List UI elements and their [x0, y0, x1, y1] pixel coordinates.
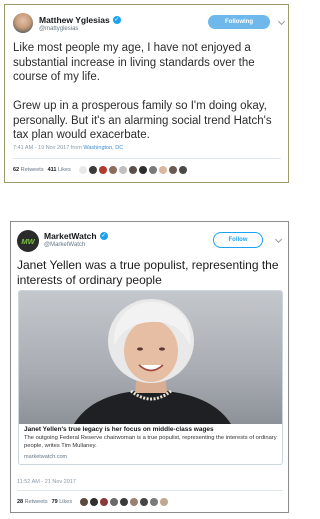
tweet-stats: 62 Retweets 411 Likes [13, 166, 187, 174]
divider [13, 158, 281, 159]
card-description: The outgoing Federal Reserve chairwoman … [24, 435, 277, 449]
liker-avatar[interactable] [128, 166, 137, 174]
author-avatar[interactable] [13, 13, 33, 33]
liker-avatar[interactable] [88, 166, 97, 174]
chevron-down-icon[interactable] [277, 17, 286, 26]
liker-avatars [80, 498, 169, 506]
liker-avatar[interactable] [78, 166, 87, 174]
tweet-yglesias: Matthew Yglesias ✓ @mattyglesias Followi… [4, 4, 289, 183]
retweets-stat[interactable]: 28 Retweets [17, 499, 48, 505]
likes-label: Likes [58, 167, 71, 173]
tweet-timestamp[interactable]: 11:52 AM - 21 Nov 2017 [17, 479, 76, 485]
liker-avatar[interactable] [138, 166, 147, 174]
liker-avatar[interactable] [90, 498, 99, 506]
author-name[interactable]: MarketWatch [44, 231, 97, 241]
liker-avatar[interactable] [160, 498, 169, 506]
likes-count: 411 [47, 167, 57, 173]
liker-avatar[interactable] [80, 498, 89, 506]
card-title[interactable]: Janet Yellen's true legacy is her focus … [24, 426, 214, 433]
liker-avatar[interactable] [110, 498, 119, 506]
marketwatch-logo: MW [21, 236, 35, 246]
liker-avatar[interactable] [148, 166, 157, 174]
liker-avatar[interactable] [108, 166, 117, 174]
author-handle[interactable]: @MarketWatch [44, 242, 85, 248]
retweets-label: Retweets [24, 499, 48, 505]
liker-avatars [78, 166, 187, 174]
retweets-label: Retweets [20, 167, 44, 173]
divider [17, 490, 283, 491]
article-image [19, 291, 282, 424]
retweets-count: 62 [13, 167, 20, 173]
liker-avatar[interactable] [168, 166, 177, 174]
liker-avatar[interactable] [100, 498, 109, 506]
location-link[interactable]: Washington, DC [83, 145, 123, 151]
retweets-count: 28 [17, 499, 24, 505]
tweet-text-paragraph-1: Like most people my age, I have not enjo… [13, 42, 255, 83]
tweet-marketwatch: MW MarketWatch ✓ @MarketWatch Follow Jan… [10, 221, 289, 513]
liker-avatar[interactable] [120, 498, 129, 506]
liker-avatar[interactable] [140, 498, 149, 506]
author-name[interactable]: Matthew Yglesias [39, 15, 110, 25]
liker-avatar[interactable] [118, 166, 127, 174]
likes-count: 79 [51, 499, 58, 505]
portrait-illustration [74, 299, 231, 424]
author-avatar[interactable]: MW [17, 230, 39, 252]
likes-label: Likes [59, 499, 73, 505]
retweets-stat[interactable]: 62 Retweets [13, 167, 44, 173]
follow-button[interactable]: Follow [213, 232, 263, 248]
following-button[interactable]: Following [208, 15, 270, 29]
tweet-stats: 28 Retweets 79 Likes [17, 498, 169, 506]
chevron-down-icon[interactable] [274, 235, 283, 244]
liker-avatar[interactable] [130, 498, 139, 506]
liker-avatar[interactable] [158, 166, 167, 174]
verified-icon: ✓ [112, 16, 121, 24]
card-url[interactable]: marketwatch.com [24, 454, 67, 460]
likes-stat[interactable]: 411 Likes [48, 167, 71, 173]
author-handle[interactable]: @mattyglesias [39, 26, 78, 32]
tweet-text-paragraph-2: Grew up in a prosperous family so I'm do… [13, 100, 272, 141]
liker-avatar[interactable] [150, 498, 159, 506]
verified-icon: ✓ [99, 232, 108, 240]
liker-avatar[interactable] [98, 166, 107, 174]
liker-avatar[interactable] [178, 166, 187, 174]
timestamp-text: 7:41 AM - 19 Nov 2017 from [13, 145, 82, 151]
tweet-timestamp: 7:41 AM - 19 Nov 2017 from Washington, D… [13, 145, 123, 151]
tweet-headline: Janet Yellen was a true populist, repres… [17, 258, 279, 287]
link-card[interactable]: Janet Yellen's true legacy is her focus … [18, 290, 283, 465]
likes-stat[interactable]: 79 Likes [52, 499, 73, 505]
